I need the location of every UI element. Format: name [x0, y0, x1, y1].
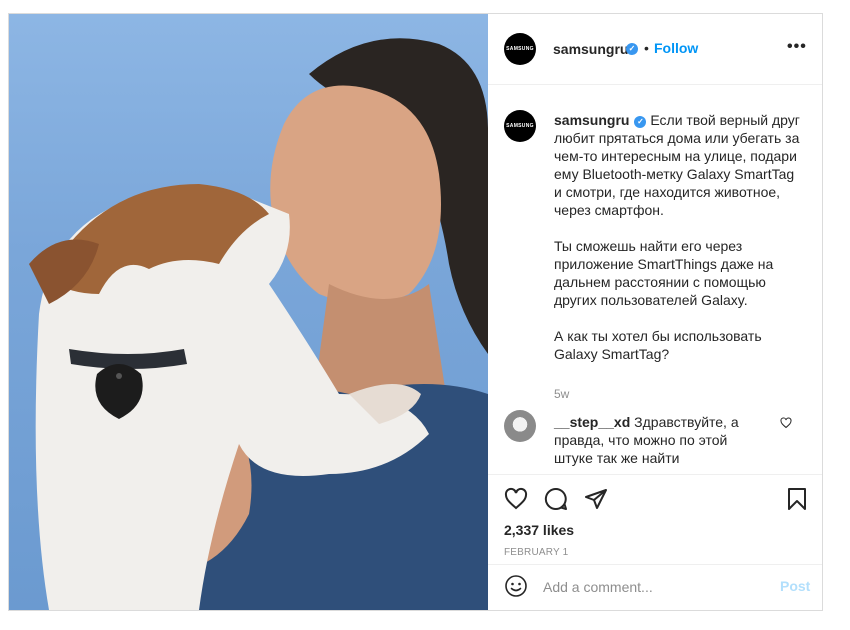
bookmark-icon[interactable] — [785, 487, 809, 511]
username-link[interactable]: samsungru — [553, 41, 628, 57]
caption-avatar[interactable]: SAMSUNG — [504, 110, 536, 142]
paper-plane-icon[interactable] — [584, 487, 608, 511]
instagram-post: SAMSUNG samsungru ✓ • Follow ••• SAMSUNG… — [8, 13, 823, 611]
avatar[interactable]: SAMSUNG — [504, 33, 536, 65]
caption-body: Если твой верный друг любит прятаться до… — [554, 112, 800, 362]
follow-button[interactable]: Follow — [654, 40, 698, 56]
post-comment-button[interactable]: Post — [780, 578, 810, 594]
comment-icon[interactable] — [544, 487, 568, 511]
commenter-username[interactable]: __step__xd — [554, 414, 630, 430]
comment-text: __step__xd Здравствуйте, а правда, что м… — [554, 413, 754, 467]
caption-text: samsungru ✓ Если твой верный друг любит п… — [554, 111, 804, 363]
post-date: FEBRUARY 1 — [504, 547, 569, 558]
post-actions: 2,337 likes FEBRUARY 1 — [488, 475, 822, 565]
add-comment-bar: Post — [488, 565, 822, 610]
post-photo[interactable] — [9, 14, 488, 610]
comments-section[interactable]: SAMSUNG samsungru ✓ Если твой верный друг… — [488, 85, 822, 475]
separator: • — [644, 40, 649, 56]
emoji-icon[interactable] — [504, 574, 528, 598]
comment-input[interactable] — [543, 577, 773, 597]
likes-count[interactable]: 2,337 likes — [504, 522, 574, 538]
post-side-panel: SAMSUNG samsungru ✓ • Follow ••• SAMSUNG… — [488, 14, 822, 610]
post-age[interactable]: 5w — [554, 387, 569, 401]
photo-illustration — [29, 38, 488, 610]
caption-username[interactable]: samsungru — [554, 112, 629, 128]
comment-like-heart-icon[interactable] — [780, 417, 792, 429]
more-options-icon[interactable]: ••• — [787, 38, 807, 56]
verified-badge-icon: ✓ — [634, 116, 647, 128]
post-header: SAMSUNG samsungru ✓ • Follow ••• — [488, 14, 822, 85]
commenter-avatar[interactable] — [504, 410, 536, 442]
verified-badge-icon: ✓ — [626, 43, 638, 55]
heart-icon[interactable] — [504, 487, 528, 511]
